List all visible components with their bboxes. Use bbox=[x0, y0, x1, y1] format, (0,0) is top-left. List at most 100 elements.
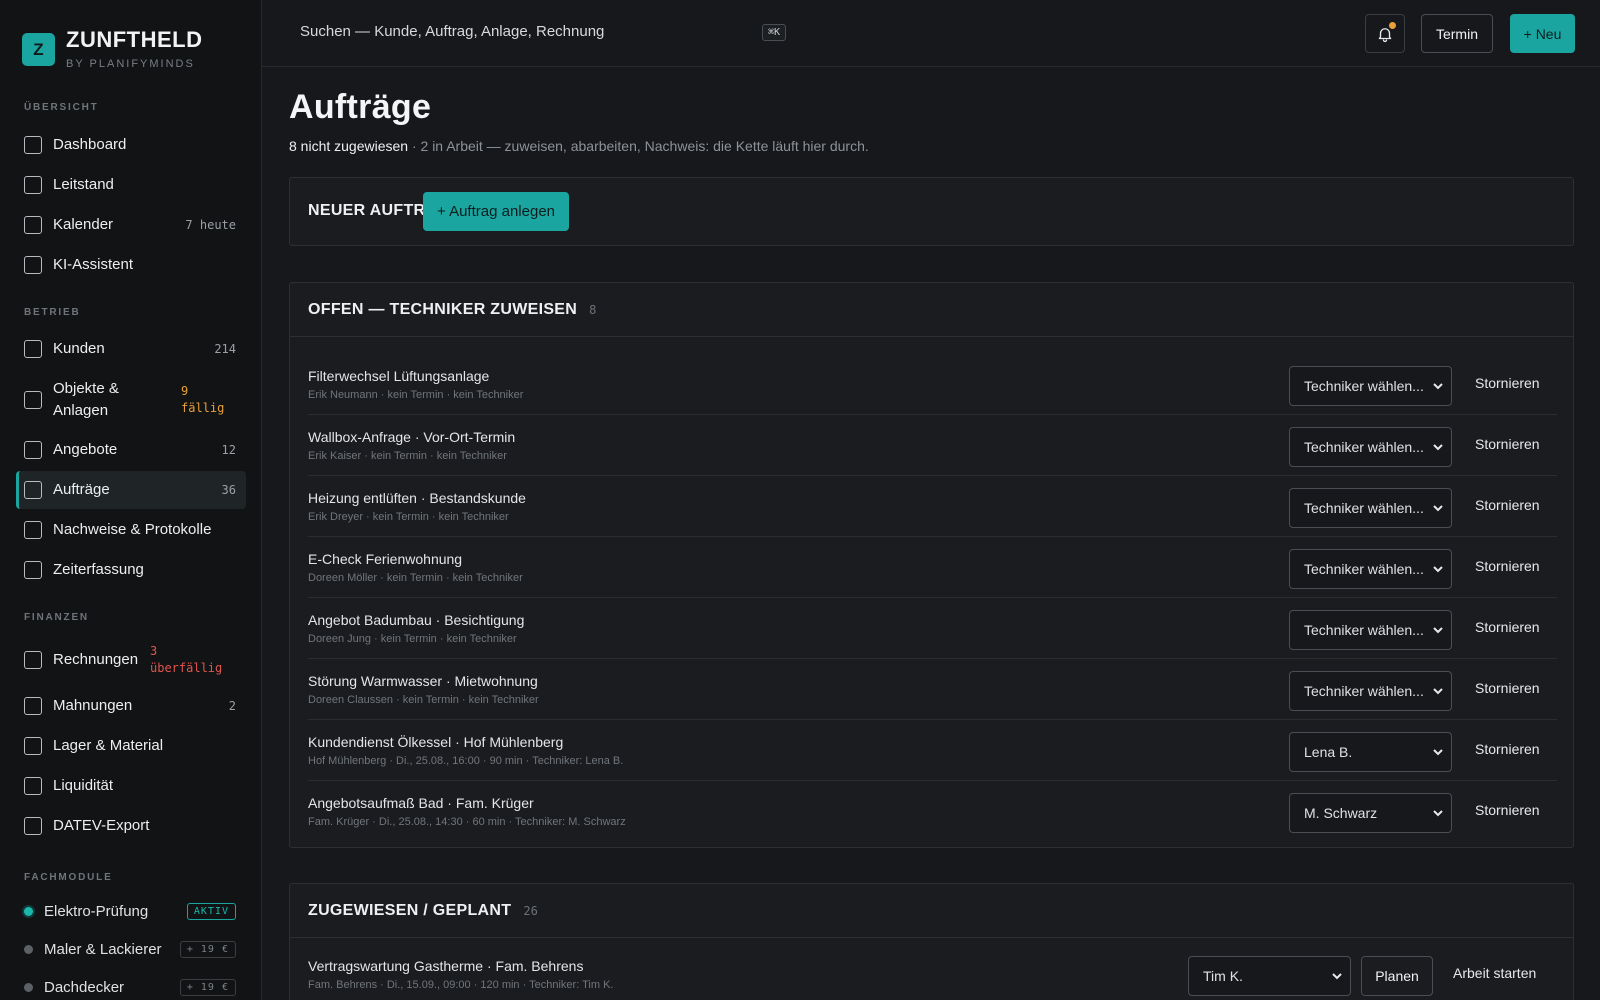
sidebar-item-kunden[interactable]: Kunden 214 bbox=[16, 330, 246, 368]
order-title: Heizung entlüften · Bestandskunde bbox=[308, 490, 526, 506]
order-title: Angebot Badumbau · Besichtigung bbox=[308, 612, 525, 628]
sidebar-item-label: Kunden bbox=[53, 340, 105, 357]
order-meta: Hof Mühlenberg · Di., 25.08., 16:00 · 90… bbox=[308, 755, 624, 767]
sidebar-item-lager[interactable]: Lager & Material bbox=[16, 727, 246, 765]
select-value: Techniker wählen... bbox=[1304, 500, 1424, 516]
order-title: Kundendienst Ölkessel · Hof Mühlenberg bbox=[308, 734, 564, 750]
table-row: Angebotsaufmaß Bad · Fam. Krüger Fam. Kr… bbox=[308, 781, 1557, 842]
module-badge: AKTIV bbox=[186, 902, 236, 920]
technician-select[interactable]: Techniker wählen... bbox=[1289, 671, 1452, 711]
unassigned-summary: 8 nicht zugewiesen bbox=[289, 138, 409, 154]
section-label-finanzen: FINANZEN bbox=[24, 612, 89, 623]
status-dot-icon bbox=[24, 982, 33, 992]
order-title: Filterwechsel Lüftungsanlage bbox=[308, 368, 490, 384]
cancel-button[interactable]: Stornieren bbox=[1475, 802, 1540, 818]
nav-square-icon bbox=[24, 176, 42, 194]
panel-title: OFFEN — TECHNIKER ZUWEISEN bbox=[308, 300, 578, 318]
sidebar-item-leitstand[interactable]: Leitstand bbox=[16, 166, 246, 204]
create-order-button[interactable]: + Auftrag anlegen bbox=[423, 192, 569, 231]
cancel-button[interactable]: Stornieren bbox=[1475, 680, 1540, 696]
sidebar-item-label: Mahnungen bbox=[53, 697, 133, 714]
module-badge: + 19 € bbox=[179, 940, 236, 958]
sidebar-item-auftraege[interactable]: Aufträge 36 bbox=[16, 471, 246, 509]
technician-select[interactable]: Tim K. bbox=[1188, 956, 1351, 996]
warning-count-number: 9 bbox=[181, 384, 189, 398]
section-label-betrieb: BETRIEB bbox=[24, 307, 81, 318]
sidebar-item-count: 36 bbox=[221, 483, 236, 497]
nav-square-icon bbox=[24, 521, 42, 539]
page-subtitle: 8 nicht zugewiesen · 2 in Arbeit — zuwei… bbox=[289, 138, 869, 154]
start-work-button[interactable]: Arbeit starten bbox=[1453, 965, 1536, 981]
module-dachdecker[interactable]: Dachdecker + 19 € bbox=[24, 975, 236, 999]
select-value: Techniker wählen... bbox=[1304, 561, 1424, 577]
sidebar-item-label: Angebote bbox=[53, 441, 118, 458]
sidebar-item-kalender[interactable]: Kalender 7 heute bbox=[16, 206, 246, 244]
technician-select[interactable]: M. Schwarz bbox=[1289, 793, 1452, 833]
sidebar-item-label: Zeiterfassung bbox=[53, 561, 144, 578]
search-input[interactable]: Suchen — Kunde, Auftrag, Anlage, Rechnun… bbox=[300, 23, 604, 40]
chevron-down-icon bbox=[1433, 688, 1443, 695]
plan-button[interactable]: Planen bbox=[1361, 956, 1433, 996]
table-row: Filterwechsel Lüftungsanlage Erik Neuman… bbox=[308, 354, 1557, 415]
sidebar-item-ki-assistent[interactable]: KI-Assistent bbox=[16, 246, 246, 284]
sidebar-item-zeiterfassung[interactable]: Zeiterfassung bbox=[16, 551, 246, 589]
sidebar-item-label: Liquidität bbox=[53, 777, 114, 794]
cancel-button[interactable]: Stornieren bbox=[1475, 497, 1540, 513]
cancel-button[interactable]: Stornieren bbox=[1475, 741, 1540, 757]
order-meta: Doreen Claussen · kein Termin · kein Tec… bbox=[308, 694, 539, 706]
technician-select[interactable]: Techniker wählen... bbox=[1289, 366, 1452, 406]
cancel-button[interactable]: Stornieren bbox=[1475, 619, 1540, 635]
cancel-button[interactable]: Stornieren bbox=[1475, 558, 1540, 574]
brand[interactable]: Z ZUNFTHELD BY PLANIFYMINDS bbox=[22, 27, 202, 70]
order-meta: Erik Neumann · kein Termin · kein Techni… bbox=[308, 389, 524, 401]
technician-select[interactable]: Lena B. bbox=[1289, 732, 1452, 772]
chevron-down-icon bbox=[1433, 810, 1443, 817]
order-meta: Doreen Jung · kein Termin · kein Technik… bbox=[308, 633, 517, 645]
table-row: E-Check Ferienwohnung Doreen Möller · ke… bbox=[308, 537, 1557, 598]
sidebar-item-mahnungen[interactable]: Mahnungen 2 bbox=[16, 687, 246, 725]
new-button[interactable]: + Neu bbox=[1510, 14, 1575, 53]
new-order-panel: NEUER AUFTRAG + Auftrag anlegen bbox=[289, 177, 1574, 246]
module-maler-lackierer[interactable]: Maler & Lackierer + 19 € bbox=[24, 937, 236, 961]
order-title: Störung Warmwasser · Mietwohnung bbox=[308, 673, 538, 689]
order-title: Wallbox-Anfrage · Vor-Ort-Termin bbox=[308, 429, 516, 445]
chevron-down-icon bbox=[1433, 444, 1443, 451]
notifications-button[interactable] bbox=[1365, 14, 1405, 53]
technician-select[interactable]: Techniker wählen... bbox=[1289, 610, 1452, 650]
cancel-button[interactable]: Stornieren bbox=[1475, 375, 1540, 391]
sidebar-item-label: DATEV-Export bbox=[53, 817, 150, 834]
module-elektro-pruefung[interactable]: Elektro-Prüfung AKTIV bbox=[24, 899, 236, 923]
nav-square-icon bbox=[24, 136, 42, 154]
sidebar-item-count: 2 bbox=[228, 699, 236, 713]
sidebar-item-label-line2: Anlagen bbox=[53, 402, 109, 419]
sidebar-item-objekte-anlagen[interactable]: Objekte & Anlagen 9 fällig bbox=[16, 376, 246, 424]
technician-select[interactable]: Techniker wählen... bbox=[1289, 488, 1452, 528]
cancel-button[interactable]: Stornieren bbox=[1475, 436, 1540, 452]
search-shortcut-hint: ⌘K bbox=[762, 24, 787, 41]
select-value: M. Schwarz bbox=[1304, 805, 1378, 821]
sidebar-item-nachweise[interactable]: Nachweise & Protokolle bbox=[16, 511, 246, 549]
sidebar-item-angebote[interactable]: Angebote 12 bbox=[16, 431, 246, 469]
sidebar-item-count: 7 heute bbox=[185, 218, 236, 232]
technician-select[interactable]: Techniker wählen... bbox=[1289, 427, 1452, 467]
order-title: E-Check Ferienwohnung bbox=[308, 551, 463, 567]
nav-square-icon bbox=[24, 256, 42, 274]
sidebar-item-liquiditaet[interactable]: Liquidität bbox=[16, 767, 246, 805]
order-meta: Doreen Möller · kein Termin · kein Techn… bbox=[308, 572, 523, 584]
section-label-fachmodule: FACHMODULE bbox=[24, 872, 113, 883]
technician-select[interactable]: Techniker wählen... bbox=[1289, 549, 1452, 589]
sidebar-item-dashboard[interactable]: Dashboard bbox=[16, 126, 246, 164]
sidebar-item-datev-export[interactable]: DATEV-Export bbox=[16, 807, 246, 845]
sidebar-item-rechnungen[interactable]: Rechnungen 3 überfällig bbox=[16, 640, 246, 680]
table-row: Wallbox-Anfrage · Vor-Ort-Termin Erik Ka… bbox=[308, 415, 1557, 476]
select-value: Techniker wählen... bbox=[1304, 622, 1424, 638]
termin-button[interactable]: Termin bbox=[1421, 14, 1493, 53]
order-title: Vertragswartung Gastherme · Fam. Behrens bbox=[308, 958, 584, 974]
brand-subtitle: BY PLANIFYMINDS bbox=[66, 58, 195, 70]
section-label-overview: ÜBERSICHT bbox=[24, 102, 99, 113]
overdue-count-number: 3 bbox=[150, 644, 158, 658]
table-row: Vertragswartung Gastherme · Fam. Behrens… bbox=[308, 944, 1557, 1000]
notification-dot bbox=[1389, 22, 1396, 29]
overdue-count-text: überfällig bbox=[150, 661, 223, 675]
select-value: Techniker wählen... bbox=[1304, 439, 1424, 455]
